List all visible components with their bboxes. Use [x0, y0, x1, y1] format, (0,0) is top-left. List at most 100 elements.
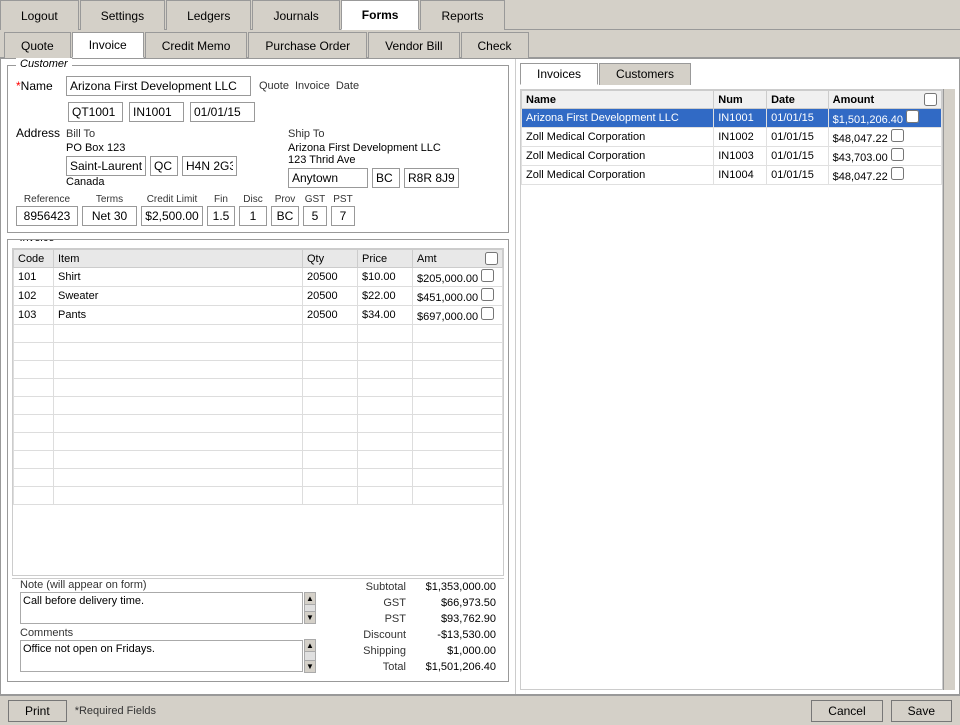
- comments-textarea[interactable]: Office not open on Fridays.: [20, 640, 303, 672]
- terms-input[interactable]: [82, 206, 137, 226]
- invoice-cell-price: [358, 343, 413, 361]
- ship-postal-input[interactable]: [404, 168, 459, 188]
- right-table-row[interactable]: Zoll Medical CorporationIN100201/01/15$4…: [522, 128, 942, 147]
- row-amount-checkbox[interactable]: [891, 148, 904, 161]
- top-nav-tab-settings[interactable]: Settings: [80, 0, 165, 30]
- row-checkbox[interactable]: [481, 307, 494, 320]
- comments-scroll-up[interactable]: ▲: [305, 640, 315, 652]
- invoice-row: [14, 325, 503, 343]
- comments-scroll-down[interactable]: ▼: [305, 660, 315, 672]
- invoice-cell-amt: [413, 487, 503, 505]
- total-value: -$13,530.00: [410, 627, 500, 643]
- date-input[interactable]: [190, 102, 255, 122]
- note-scroll-down[interactable]: ▼: [305, 611, 315, 623]
- invoice-cell-code: [14, 469, 54, 487]
- top-nav: LogoutSettingsLedgersJournalsFormsReport…: [0, 0, 960, 30]
- ship-city-input[interactable]: [288, 168, 368, 188]
- right-cell-num: IN1001: [714, 109, 767, 128]
- col-item: Item: [54, 250, 303, 268]
- row-checkbox[interactable]: [481, 288, 494, 301]
- ship-to-label: Ship To: [288, 128, 500, 140]
- right-tab-invoices[interactable]: Invoices: [520, 63, 598, 85]
- bill-province-input[interactable]: [150, 156, 178, 176]
- row-amount-checkbox[interactable]: [906, 110, 919, 123]
- note-textarea[interactable]: Call before delivery time.: [20, 592, 303, 624]
- right-cell-date: 01/01/15: [767, 109, 829, 128]
- gst-header: GST: [305, 194, 326, 205]
- left-panel: Customer *Name Quote Invoice Date: [1, 59, 516, 694]
- sub-nav-tab-quote[interactable]: Quote: [4, 32, 71, 58]
- sub-nav-tab-invoice[interactable]: Invoice: [72, 32, 144, 58]
- invoice-cell-item: [54, 343, 303, 361]
- sub-nav-tab-purchase-order[interactable]: Purchase Order: [248, 32, 367, 58]
- invoice-cell-amt: [413, 415, 503, 433]
- invoice-row: [14, 451, 503, 469]
- top-nav-tab-journals[interactable]: Journals: [252, 0, 339, 30]
- comments-label: Comments: [16, 627, 316, 639]
- disc-input[interactable]: [239, 206, 267, 226]
- name-label: *Name: [16, 79, 66, 93]
- invoice-cell-amt: $451,000.00: [413, 287, 503, 306]
- prov-input[interactable]: [271, 206, 299, 226]
- bill-city-input[interactable]: [66, 156, 146, 176]
- invoice-cell-item: [54, 469, 303, 487]
- note-scroll-up[interactable]: ▲: [305, 593, 315, 605]
- quote-num-input[interactable]: [68, 102, 123, 122]
- cancel-button[interactable]: Cancel: [811, 700, 882, 722]
- invoice-cell-item: Sweater: [54, 287, 303, 306]
- invoice-cell-price: [358, 487, 413, 505]
- bottom-bar: Print *Required Fields Cancel Save: [0, 695, 960, 725]
- row-checkbox[interactable]: [481, 269, 494, 282]
- total-label: GST: [320, 595, 410, 611]
- gst-input[interactable]: [303, 206, 327, 226]
- right-cell-name: Zoll Medical Corporation: [522, 147, 714, 166]
- col-amt: Amt: [413, 250, 503, 268]
- row-amount-checkbox[interactable]: [891, 129, 904, 142]
- note-label: Note (will appear on form): [16, 579, 316, 591]
- print-button[interactable]: Print: [8, 700, 67, 722]
- right-cell-name: Zoll Medical Corporation: [522, 166, 714, 185]
- invoice-cell-code: [14, 415, 54, 433]
- top-nav-tab-reports[interactable]: Reports: [420, 0, 504, 30]
- amt-checkbox[interactable]: [485, 252, 498, 265]
- invoice-row: 103Pants20500$34.00$697,000.00: [14, 306, 503, 325]
- customer-name-input[interactable]: [66, 76, 251, 96]
- right-table-row[interactable]: Zoll Medical CorporationIN100401/01/15$4…: [522, 166, 942, 185]
- invoice-cell-qty: [303, 487, 358, 505]
- sub-nav-tab-vendor-bill[interactable]: Vendor Bill: [368, 32, 459, 58]
- fin-header: Fin: [214, 194, 228, 205]
- right-scrollbar[interactable]: [943, 89, 955, 690]
- reference-input[interactable]: [16, 206, 78, 226]
- reference-header: Reference: [24, 194, 70, 205]
- right-table-row[interactable]: Zoll Medical CorporationIN100301/01/15$4…: [522, 147, 942, 166]
- right-col-num: Num: [714, 91, 767, 109]
- bill-postal-input[interactable]: [182, 156, 237, 176]
- invoice-num-input[interactable]: [129, 102, 184, 122]
- top-nav-tab-forms[interactable]: Forms: [341, 0, 420, 30]
- pst-input[interactable]: [331, 206, 355, 226]
- invoice-cell-qty: [303, 379, 358, 397]
- ship-province-input[interactable]: [372, 168, 400, 188]
- invoice-row: 102Sweater20500$22.00$451,000.00: [14, 287, 503, 306]
- sub-nav-tab-check[interactable]: Check: [461, 32, 529, 58]
- invoice-row: [14, 433, 503, 451]
- date-label: Date: [336, 80, 359, 92]
- top-nav-tab-logout[interactable]: Logout: [0, 0, 79, 30]
- right-tab-customers[interactable]: Customers: [599, 63, 691, 85]
- right-table-row[interactable]: Arizona First Development LLCIN100101/01…: [522, 109, 942, 128]
- invoice-cell-qty: [303, 433, 358, 451]
- amount-checkbox[interactable]: [924, 93, 937, 106]
- save-button[interactable]: Save: [891, 700, 952, 722]
- fin-input[interactable]: [207, 206, 235, 226]
- invoice-cell-item: [54, 397, 303, 415]
- right-col-date: Date: [767, 91, 829, 109]
- invoice-cell-code: [14, 379, 54, 397]
- address-label: Address: [16, 126, 66, 140]
- right-cell-amount: $43,703.00: [828, 147, 941, 166]
- top-nav-tab-ledgers[interactable]: Ledgers: [166, 0, 251, 30]
- credit-limit-input[interactable]: [141, 206, 203, 226]
- sub-nav-tab-credit-memo[interactable]: Credit Memo: [145, 32, 248, 58]
- col-qty: Qty: [303, 250, 358, 268]
- quote-label: Quote: [259, 80, 289, 92]
- row-amount-checkbox[interactable]: [891, 167, 904, 180]
